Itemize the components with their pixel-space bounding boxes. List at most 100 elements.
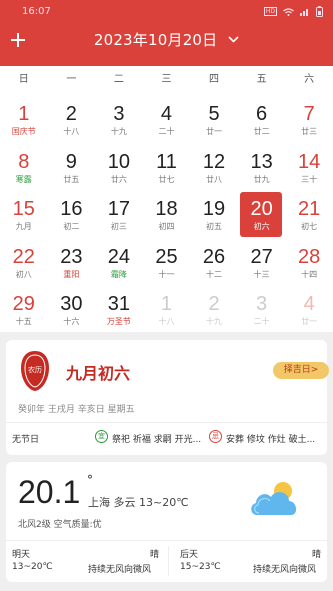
calendar-day[interactable]: 17 初三: [95, 191, 143, 239]
lunar-label: 初五: [206, 222, 223, 231]
weekday-label: 二: [113, 74, 124, 85]
app-header: 16:07 HD 2023年10月20日: [0, 0, 333, 66]
lunar-label: 初六: [253, 222, 270, 231]
almanac-yi-ji-row[interactable]: 无节日 宜 祭祀 祈福 求嗣 开光... 忌 安葬 修坟 作灶 破土...: [6, 427, 327, 449]
lunar-label: 十一: [158, 269, 175, 279]
day-number: 16: [60, 198, 83, 220]
calendar-day[interactable]: 6 廿二: [238, 96, 286, 144]
lunar-label: 廿八: [206, 174, 223, 184]
almanac-card: 农历 九月初六 择吉日> 癸卯年 王戌月 辛亥日 星期五 无节日 宜 祭祀 祈福…: [6, 340, 329, 455]
calendar-day[interactable]: 25 十一: [143, 239, 191, 287]
calendar-day[interactable]: 19 初五: [190, 191, 238, 239]
calendar-day[interactable]: 30 十六: [48, 286, 96, 334]
calendar-day[interactable]: 27 十三: [238, 239, 286, 287]
calendar-day[interactable]: 13 廿九: [238, 144, 286, 192]
calendar-day[interactable]: 21 初七: [285, 191, 333, 239]
calendar-day[interactable]: 16 初二: [48, 191, 96, 239]
calendar-day[interactable]: 7 廿三: [285, 96, 333, 144]
day-number: 9: [65, 150, 77, 173]
day-number: 31: [107, 293, 131, 315]
divider: [6, 540, 327, 541]
pick-auspicious-day-button[interactable]: 择吉日>: [273, 362, 329, 379]
partly-cloudy-icon: [251, 482, 297, 515]
lunar-label: 万圣节: [106, 317, 131, 326]
calendar-day[interactable]: 4 二十: [143, 96, 191, 144]
day-number: 28: [298, 245, 321, 268]
calendar-day[interactable]: 26 十二: [190, 239, 238, 287]
lunar-label: 初七: [301, 222, 318, 231]
day-number: 2: [65, 103, 77, 125]
calendar-day[interactable]: 1 国庆节: [0, 96, 48, 144]
forecast-day1-label: 明天: [12, 550, 31, 560]
status-bar: 16:07 HD: [0, 0, 333, 24]
weekday-label: 四: [209, 74, 220, 85]
calendar-day[interactable]: 2 十八: [48, 96, 96, 144]
wifi-icon: [283, 7, 294, 16]
lunar-label: 国庆节: [11, 127, 36, 136]
status-time: 16:07: [22, 6, 51, 17]
day-number: 1: [160, 293, 173, 315]
calendar-day[interactable]: 5 廿一: [190, 96, 238, 144]
weekday-header: 日一二三四五六: [0, 66, 333, 93]
calendar-day[interactable]: 10 廿六: [95, 144, 143, 192]
day-number: 4: [160, 103, 173, 125]
month-selector[interactable]: 2023年10月20日: [0, 29, 333, 50]
current-temperature: 20.1: [18, 474, 81, 510]
day-number: 3: [256, 293, 268, 315]
lunar-label: 廿二: [253, 127, 270, 136]
day-number: 19: [202, 198, 226, 220]
calendar-day[interactable]: 12 廿八: [190, 144, 238, 192]
calendar-day[interactable]: 9 廿五: [48, 144, 96, 192]
lunar-label: 十二: [206, 269, 223, 279]
lunar-label: 十八: [158, 317, 175, 326]
forecast-day2-condition: 晴: [312, 550, 322, 560]
day-number: 13: [250, 150, 273, 173]
weather-card[interactable]: 20.1 ° 上海 多云 13~20℃ 北风2级 空气质量:优 明天 晴 13~…: [6, 462, 327, 582]
calendar-day[interactable]: 11 廿七: [143, 144, 191, 192]
ganzhi-date: 癸卯年 王戌月 辛亥日 星期五: [18, 405, 135, 415]
battery-icon: [316, 6, 323, 17]
lunar-label: 廿九: [253, 174, 270, 184]
lunar-label: 十四: [301, 269, 318, 279]
calendar-day[interactable]: 15 九月: [0, 191, 48, 239]
day-number: 24: [107, 245, 131, 268]
calendar-day[interactable]: 18 初四: [143, 191, 191, 239]
calendar-day[interactable]: 4 廿一: [285, 286, 333, 334]
festival-label: 无节日: [12, 435, 40, 445]
yi-badge: 宜: [95, 430, 108, 443]
forecast-day1-range: 13~20℃: [12, 562, 53, 572]
calendar-day[interactable]: 3 二十: [238, 286, 286, 334]
lunar-label: 廿一: [206, 127, 223, 136]
calendar-day[interactable]: 28 十四: [285, 239, 333, 287]
calendar-day[interactable]: 29 十五: [0, 286, 48, 334]
forecast-day1-condition: 晴: [150, 550, 160, 560]
calendar-day-selected[interactable]: 20 初六: [238, 191, 286, 239]
divider: [6, 422, 327, 423]
hd-icon: HD: [263, 7, 277, 16]
calendar-day[interactable]: 1 十八: [143, 286, 191, 334]
calendar-day[interactable]: 22 初八: [0, 239, 48, 287]
calendar-day[interactable]: 8 寒露: [0, 144, 48, 192]
signal-icon: [300, 8, 308, 16]
lunar-label: 二十: [158, 127, 175, 136]
day-number: 8: [18, 150, 30, 173]
weekday-label: 一: [66, 74, 77, 85]
degree-symbol: °: [87, 473, 93, 487]
calendar-day[interactable]: 23 重阳: [48, 239, 96, 287]
day-number: 4: [303, 293, 315, 315]
lunar-label: 寒露: [15, 174, 32, 184]
date-title[interactable]: 2023年10月20日: [94, 29, 218, 50]
lunar-label: 廿七: [158, 174, 175, 184]
wind-air-quality: 北风2级 空气质量:优: [18, 520, 102, 530]
calendar-day[interactable]: 3 十九: [95, 96, 143, 144]
lunar-label: 霜降: [110, 269, 127, 279]
lunar-date: 九月初六: [66, 364, 131, 383]
calendar-day[interactable]: 2 十九: [190, 286, 238, 334]
chevron-down-icon[interactable]: [228, 36, 239, 43]
day-number: 14: [298, 150, 321, 173]
calendar-day[interactable]: 24 霜降: [95, 239, 143, 287]
forecast-day1-wind: 持续无风向微风: [88, 565, 152, 575]
forecast-day2-wind: 持续无风向微风: [253, 565, 317, 575]
calendar-day[interactable]: 31 万圣节: [95, 286, 143, 334]
calendar-day[interactable]: 14 三十: [285, 144, 333, 192]
